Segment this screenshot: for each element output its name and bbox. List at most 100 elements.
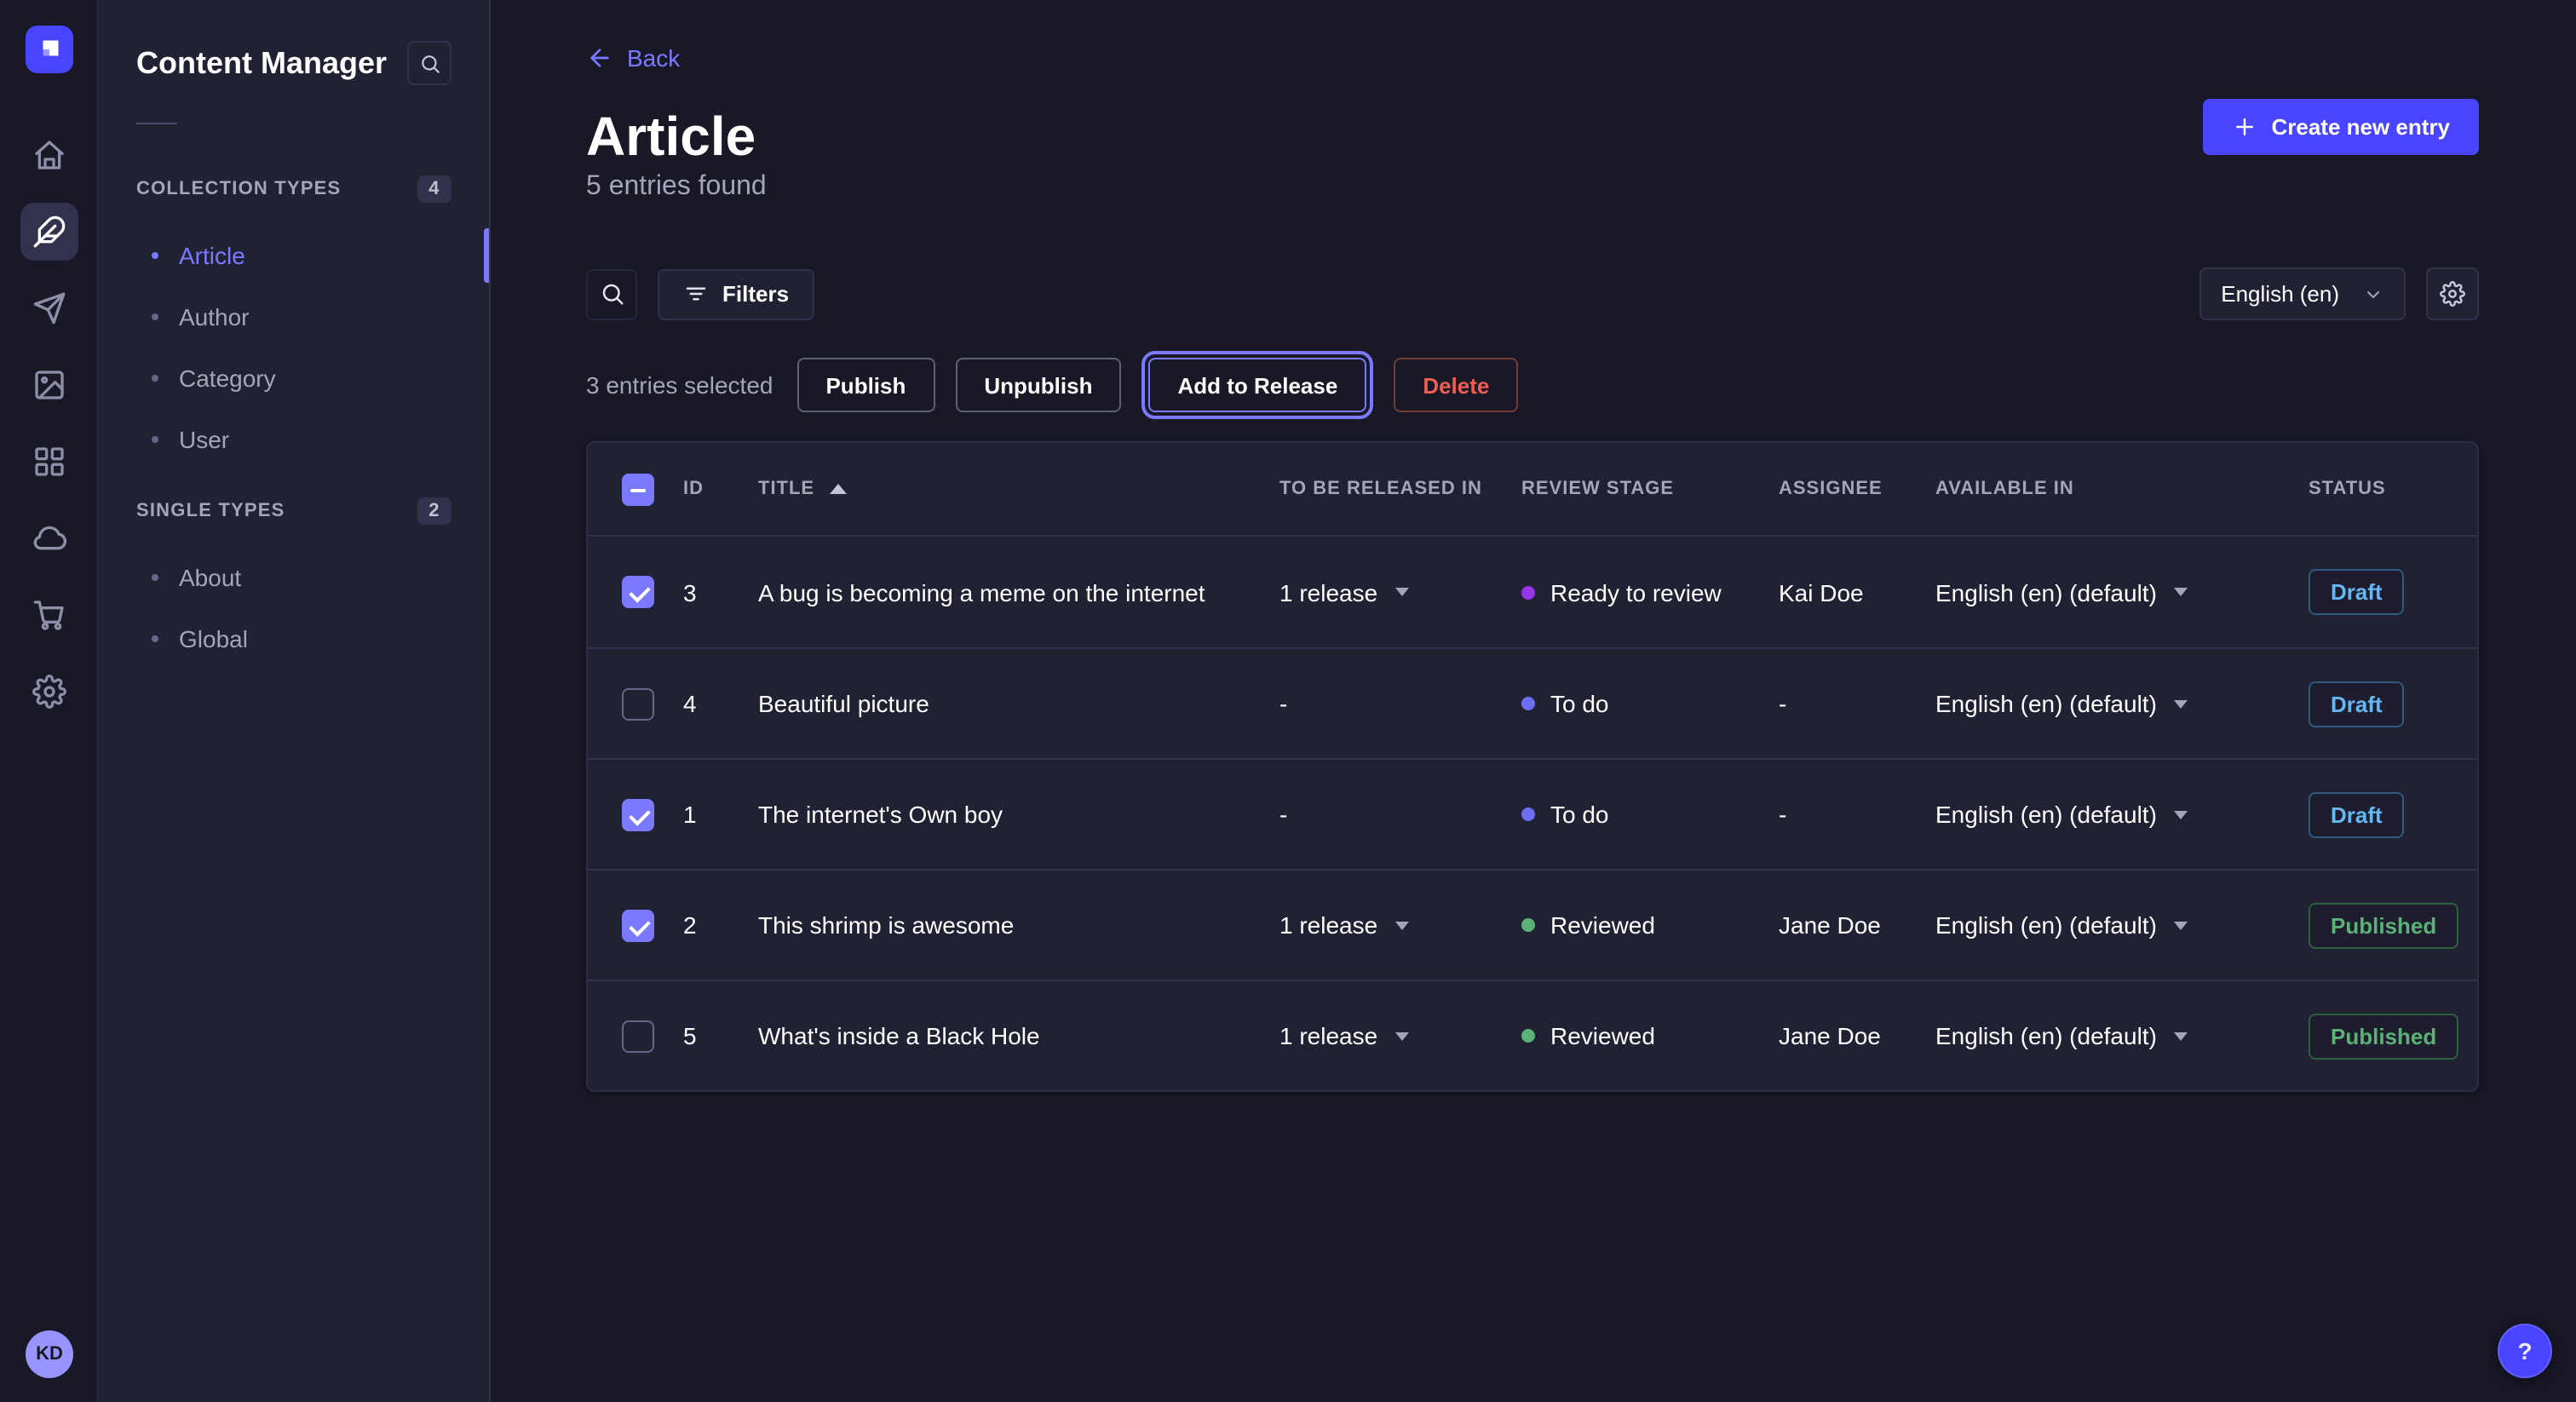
home-icon[interactable] [20,126,78,184]
sidebar-item-category[interactable]: Category [99,348,489,409]
row-checkbox[interactable] [622,909,654,941]
entry-title: Beautiful picture [758,690,1279,717]
locale-value: English (en) [2221,281,2339,307]
release-caret-icon caret-down-icon [1394,1031,1408,1040]
sidebar-item-user[interactable]: User [99,409,489,470]
cloud-icon[interactable] [20,509,78,567]
release-cell[interactable]: - [1279,801,1521,828]
release-cell[interactable]: - [1279,690,1521,717]
assignee: Jane Doe [1779,1022,1935,1049]
paper-plane-icon[interactable] [20,279,78,337]
row-checkbox[interactable] [622,798,654,830]
column-header-stage[interactable]: REVIEW STAGE [1521,479,1779,499]
entry-id: 1 [683,801,758,828]
available-in-cell[interactable]: English (en) (default) [1935,911,2309,939]
status-badge: Draft [2309,681,2405,727]
row-checkbox[interactable] [622,687,654,720]
sidebar: Content Manager COLLECTION TYPES 4 Artic… [99,0,491,1402]
section-count-badge: 4 [417,175,451,203]
column-header-assignee[interactable]: ASSIGNEE [1779,479,1935,499]
feather-icon[interactable] [20,203,78,261]
review-stage-cell: Reviewed [1521,1022,1779,1049]
back-link[interactable]: Back [586,41,680,75]
column-header-title[interactable]: TITLE [758,479,1279,499]
review-stage-cell: To do [1521,801,1779,828]
search-icon[interactable] [407,41,451,85]
delete-button[interactable]: Delete [1394,358,1518,412]
sidebar-item-about[interactable]: About [99,547,489,608]
bullet-icon [152,375,158,382]
table-header-row: ID TITLE TO BE RELEASED IN REVIEW STAGE … [588,443,2477,537]
help-button[interactable]: ? [2498,1324,2552,1378]
sidebar-item-label: Global [179,625,248,652]
table-row[interactable]: 5 What's inside a Black Hole 1 release R… [588,980,2477,1090]
back-label: Back [627,44,680,72]
grid-icon[interactable] [20,433,78,491]
release-cell[interactable]: 1 release [1279,1022,1521,1049]
strapi-logo-icon[interactable] [25,26,72,73]
status-badge: Draft [2309,791,2405,837]
table-row[interactable]: 4 Beautiful picture - To do - English (e… [588,647,2477,758]
arrow-left-icon [586,44,613,72]
avatar[interactable]: KD [26,1330,73,1378]
available-in-cell[interactable]: English (en) (default) [1935,801,2309,828]
search-icon[interactable] [586,268,637,319]
available-in-cell[interactable]: English (en) (default) [1935,1022,2309,1049]
plus-icon [2232,114,2257,140]
release-value: - [1279,690,1287,717]
table-row[interactable]: 2 This shrimp is awesome 1 release Revie… [588,869,2477,980]
app-root: KD Content Manager COLLECTION TYPES 4 Ar… [0,0,2576,1402]
column-header-status[interactable]: STATUS [2309,479,2477,499]
caret-down-icon [2174,1031,2188,1040]
create-new-entry-button[interactable]: Create new entry [2203,99,2479,155]
bullet-icon [152,574,158,581]
locale-selector[interactable]: English (en) [2199,267,2406,320]
entry-title: What's inside a Black Hole [758,1022,1279,1049]
question-mark-icon: ? [2517,1337,2532,1365]
collection-types-section: COLLECTION TYPES 4 Article Author Catego… [99,175,489,470]
row-checkbox[interactable] [622,576,654,608]
bullet-icon [152,436,158,443]
assignee: Kai Doe [1779,578,1935,606]
bullet-icon [152,635,158,642]
shopping-cart-icon[interactable] [20,586,78,644]
gear-icon[interactable] [20,663,78,721]
available-in-cell[interactable]: English (en) (default) [1935,690,2309,717]
single-types-section: SINGLE TYPES 2 About Global [99,497,489,669]
caret-down-icon [2174,921,2188,929]
stage-label: Reviewed [1550,911,1655,939]
column-header-id[interactable]: ID [683,479,758,499]
publish-button[interactable]: Publish [796,358,934,412]
sidebar-item-article[interactable]: Article [99,225,489,286]
assignee: - [1779,801,1935,828]
section-label: COLLECTION TYPES [136,179,341,199]
column-header-available[interactable]: AVAILABLE IN [1935,479,2309,499]
table-row[interactable]: 3 A bug is becoming a meme on the intern… [588,537,2477,647]
release-cell[interactable]: 1 release [1279,911,1521,939]
caret-down-icon [2174,699,2188,708]
release-cell[interactable]: 1 release [1279,578,1521,606]
select-all-checkbox[interactable] [622,473,654,505]
locale-value: English (en) (default) [1935,911,2157,939]
locale-value: English (en) (default) [1935,1022,2157,1049]
unpublish-button[interactable]: Unpublish [955,358,1121,412]
row-checkbox[interactable] [622,1020,654,1052]
picture-icon[interactable] [20,356,78,414]
entries-table: ID TITLE TO BE RELEASED IN REVIEW STAGE … [586,441,2479,1092]
filters-button[interactable]: Filters [658,268,814,319]
sidebar-item-author[interactable]: Author [99,286,489,348]
status-badge: Published [2309,1013,2458,1059]
available-in-cell[interactable]: English (en) (default) [1935,578,2309,606]
bullet-icon [152,313,158,320]
view-settings-button[interactable] [2426,267,2479,320]
section-count-badge: 2 [417,497,451,525]
gear-icon [2440,281,2465,307]
stage-dot [1521,585,1535,599]
release-caret-icon caret-down-icon [1394,588,1408,596]
locale-value: English (en) (default) [1935,801,2157,828]
sidebar-item-global[interactable]: Global [99,608,489,669]
table-row[interactable]: 1 The internet's Own boy - To do - Engli… [588,758,2477,869]
column-header-release[interactable]: TO BE RELEASED IN [1279,479,1521,499]
add-to-release-button[interactable]: Add to Release [1148,358,1366,412]
chevron-down-icon [2363,284,2383,304]
